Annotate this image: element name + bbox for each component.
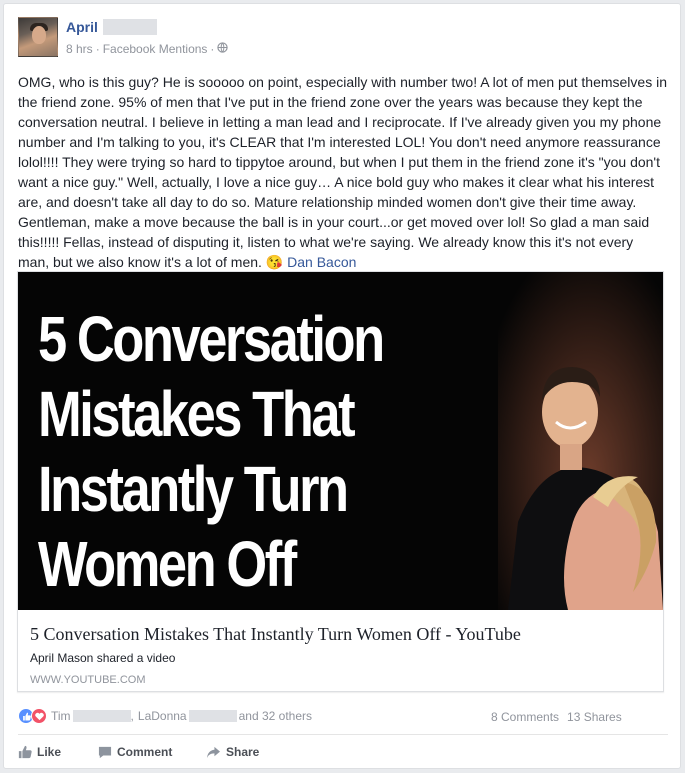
reactor-comma: , [130,709,134,723]
meta-separator: · [95,42,100,56]
reactor-name-2[interactable]: LaDonna [138,709,187,723]
meta-separator-2: · [210,42,215,56]
author-header: April [66,18,157,36]
thumbnail-title: 5 Conversation Mistakes That Instantly T… [38,302,407,602]
share-arrow-icon [206,746,221,759]
shares-count[interactable]: 13 Shares [567,710,622,724]
redacted-name [72,710,131,722]
post-meta: 8 hrs · Facebook Mentions · [66,42,229,56]
post-text: OMG, who is this guy? He is sooooo on po… [18,74,667,270]
thumbnail-line: Mistakes That [38,378,356,450]
globe-icon[interactable] [217,42,229,56]
video-thumbnail[interactable]: 5 Conversation Mistakes That Instantly T… [18,272,663,610]
love-icon [31,708,47,724]
link-info: 5 Conversation Mistakes That Instantly T… [30,623,650,686]
link-domain: WWW.YOUTUBE.COM [30,674,146,686]
comment-icon [98,746,112,759]
thumbnail-photo [498,272,663,610]
action-divider [18,734,668,735]
feed-post: April 8 hrs · Facebook Mentions · OMG, w… [3,3,681,769]
redacted-last-name [102,19,157,35]
post-app-link[interactable]: Facebook Mentions [103,42,208,56]
thumbnail-line: Instantly Turn [38,453,349,525]
redacted-name [188,710,237,722]
reaction-summary[interactable]: Tim , LaDonna and 32 others [18,707,312,725]
action-bar: Like Comment Share [18,740,259,764]
avatar-face [32,26,46,44]
share-button[interactable]: Share [206,745,259,759]
author-name-link[interactable]: April [66,19,98,35]
author-avatar[interactable] [18,17,58,57]
like-label: Like [37,745,62,759]
thumbs-up-icon [18,745,32,759]
thumbnail-line: 5 Conversation [38,303,385,375]
reactor-name-1[interactable]: Tim [51,709,71,723]
share-label: Share [226,745,260,759]
link-title[interactable]: 5 Conversation Mistakes That Instantly T… [30,623,650,645]
comment-button[interactable]: Comment [98,745,206,759]
post-body: OMG, who is this guy? He is sooooo on po… [18,72,668,272]
thumbnail-line: Women Off [38,528,297,600]
comment-label: Comment [117,745,173,759]
link-subtitle: April Mason shared a video [30,651,176,665]
like-button[interactable]: Like [18,745,98,759]
post-timestamp[interactable]: 8 hrs [66,42,93,56]
mention-link[interactable]: Dan Bacon [287,254,356,270]
comments-count[interactable]: 8 Comments [491,710,559,724]
engagement-counts: 8 Comments 13 Shares [491,710,622,724]
kiss-emoji-icon: 😘 [265,254,284,270]
shared-link-card[interactable]: 5 Conversation Mistakes That Instantly T… [17,271,664,692]
reactor-others[interactable]: and 32 others [239,709,312,723]
